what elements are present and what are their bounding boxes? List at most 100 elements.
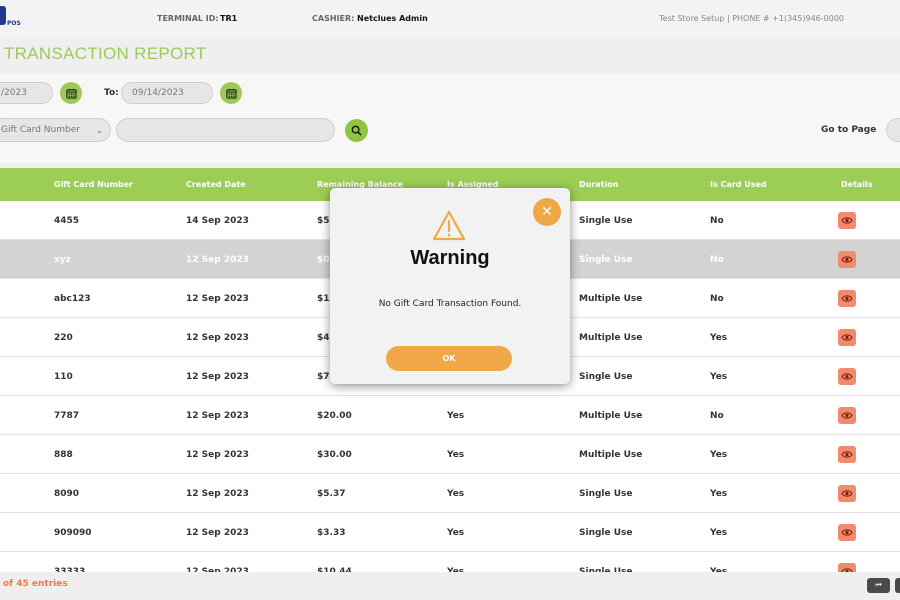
to-label: To: — [104, 88, 119, 98]
calendar-icon — [225, 88, 237, 99]
cell-card-used: Yes — [710, 333, 728, 343]
chevron-down-icon: ⌄ — [96, 126, 103, 135]
cashier-label: CASHIER: — [312, 14, 355, 23]
eye-icon — [841, 451, 853, 458]
view-details-button[interactable] — [838, 446, 856, 463]
logo-text: POS — [7, 20, 21, 27]
cell-card-number: 220 — [54, 333, 73, 343]
from-date-calendar-button[interactable] — [60, 82, 82, 104]
cell-created-date: 12 Sep 2023 — [186, 255, 249, 265]
cell-created-date: 12 Sep 2023 — [186, 528, 249, 538]
cell-created-date: 12 Sep 2023 — [186, 294, 249, 304]
cell-card-number: 8090 — [54, 489, 80, 499]
terminal-label: TERMINAL ID: — [157, 14, 219, 23]
col-details: Details — [841, 180, 873, 189]
search-button[interactable] — [345, 119, 368, 142]
cell-duration: Single Use — [579, 489, 633, 499]
view-details-button[interactable] — [838, 563, 856, 572]
cell-card-used: Yes — [710, 489, 728, 499]
cell-balance: $3.33 — [317, 528, 346, 538]
cell-card-used: Yes — [710, 528, 728, 538]
view-details-button[interactable] — [838, 329, 856, 346]
cashier-value: Netclues Admin — [357, 14, 428, 23]
ok-button[interactable]: OK — [386, 346, 512, 371]
cell-card-number: 909090 — [54, 528, 92, 538]
cell-created-date: 12 Sep 2023 — [186, 489, 249, 499]
cell-duration: Single Use — [579, 372, 633, 382]
cell-duration: Multiple Use — [579, 411, 643, 421]
cell-created-date: 12 Sep 2023 — [186, 411, 249, 421]
to-date-calendar-button[interactable] — [220, 82, 242, 104]
search-by-value: Gift Card Number — [1, 125, 80, 135]
cell-created-date: 12 Sep 2023 — [186, 372, 249, 382]
table-row[interactable]: 8090 12 Sep 2023 $5.37 Yes Single Use Yes — [0, 474, 900, 513]
cell-card-used: No — [710, 294, 724, 304]
table-row[interactable]: 888 12 Sep 2023 $30.00 Yes Multiple Use Yes — [0, 435, 900, 474]
to-date-value: 09/14/2023 — [132, 88, 184, 98]
view-details-button[interactable] — [838, 407, 856, 424]
first-page-button[interactable]: ⏮ — [867, 578, 890, 593]
next-page-button[interactable] — [895, 578, 900, 593]
view-details-button[interactable] — [838, 368, 856, 385]
warning-icon — [432, 210, 466, 241]
cell-assigned: Yes — [447, 528, 465, 538]
table-row[interactable]: 33333 12 Sep 2023 $10.44 Yes Single Use Yes — [0, 552, 900, 572]
cell-created-date: 12 Sep 2023 — [186, 333, 249, 343]
cell-card-used: No — [710, 255, 724, 265]
from-date-input[interactable]: /2023 — [0, 82, 53, 104]
page-title: TRANSACTION REPORT — [4, 44, 207, 63]
to-date-input[interactable]: 09/14/2023 — [121, 82, 213, 104]
eye-icon — [841, 334, 853, 341]
close-button[interactable]: ✕ — [533, 198, 561, 226]
search-by-select[interactable]: Gift Card Number ⌄ — [0, 118, 111, 142]
cell-created-date: 14 Sep 2023 — [186, 216, 249, 226]
cell-created-date: 12 Sep 2023 — [186, 450, 249, 460]
warning-dialog: ✕ Warning No Gift Card Transaction Found… — [330, 188, 570, 384]
col-gift-card-number[interactable]: Gift Card Number — [54, 180, 133, 189]
view-details-button[interactable] — [838, 290, 856, 307]
eye-icon — [841, 529, 853, 536]
cell-duration: Single Use — [579, 216, 633, 226]
cell-card-used: No — [710, 411, 724, 421]
cell-card-number: 888 — [54, 450, 73, 460]
eye-icon — [841, 295, 853, 302]
view-details-button[interactable] — [838, 485, 856, 502]
eye-icon — [841, 256, 853, 263]
eye-icon — [841, 373, 853, 380]
cell-duration: Multiple Use — [579, 333, 643, 343]
entries-count: of 45 entries — [3, 579, 68, 589]
cell-balance: $20.00 — [317, 411, 352, 421]
cell-balance: $5.37 — [317, 489, 346, 499]
eye-icon — [841, 217, 853, 224]
close-icon: ✕ — [541, 204, 553, 220]
col-duration[interactable]: Duration — [579, 180, 618, 189]
cell-duration: Multiple Use — [579, 450, 643, 460]
logo — [0, 6, 6, 25]
search-icon — [351, 125, 362, 136]
cell-card-used: No — [710, 216, 724, 226]
search-input[interactable] — [116, 118, 335, 142]
view-details-button[interactable] — [838, 524, 856, 541]
cell-card-used: Yes — [710, 450, 728, 460]
cell-card-number: abc123 — [54, 294, 91, 304]
from-date-value: /2023 — [1, 88, 27, 98]
table-row[interactable]: 909090 12 Sep 2023 $3.33 Yes Single Use Yes — [0, 513, 900, 552]
cell-card-number: 110 — [54, 372, 73, 382]
table-footer: of 45 entries ⏮ — [0, 572, 900, 600]
cell-assigned: Yes — [447, 450, 465, 460]
col-is-card-used[interactable]: Is Card Used — [710, 180, 767, 189]
cell-duration: Multiple Use — [579, 294, 643, 304]
cell-card-number: xyz — [54, 255, 71, 265]
cell-assigned: Yes — [447, 489, 465, 499]
cell-card-number: 7787 — [54, 411, 80, 421]
eye-icon — [841, 490, 853, 497]
cell-duration: Single Use — [579, 528, 633, 538]
ok-button-label: OK — [442, 354, 456, 363]
view-details-button[interactable] — [838, 212, 856, 229]
dialog-title: Warning — [410, 247, 490, 269]
view-details-button[interactable] — [838, 251, 856, 268]
goto-page-label: Go to Page — [821, 125, 877, 135]
table-row[interactable]: 7787 12 Sep 2023 $20.00 Yes Multiple Use No — [0, 396, 900, 435]
col-created-date[interactable]: Created Date — [186, 180, 246, 189]
cell-card-used: Yes — [710, 372, 728, 382]
